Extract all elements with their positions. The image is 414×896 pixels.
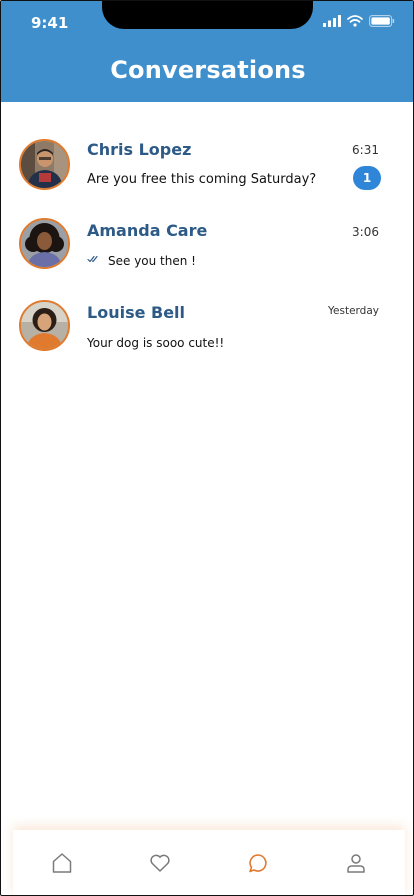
nav-favorites-button[interactable] (135, 838, 185, 888)
avatar[interactable] (19, 218, 70, 269)
user-icon (347, 853, 365, 873)
battery-icon (369, 15, 395, 27)
wifi-icon (347, 15, 363, 27)
heart-icon (150, 854, 170, 872)
chat-icon (249, 853, 267, 872)
conversation-item-chris-lopez[interactable]: Chris Lopez 6:31 Are you free this comin… (1, 138, 413, 218)
unread-count-badge: 1 (353, 166, 381, 190)
double-check-icon (87, 255, 98, 263)
message-time: 6:31 (352, 143, 379, 157)
avatar-photo (21, 302, 68, 349)
cellular-signal-icon (323, 15, 341, 27)
status-icons (323, 15, 395, 27)
phone-screen: 9:41 Conversations Chris Lopez 6:31 Are … (0, 0, 414, 896)
app-header: 9:41 Conversations (1, 1, 413, 102)
message-time: Yesterday (328, 305, 379, 317)
device-notch (102, 1, 313, 29)
avatar[interactable] (19, 139, 70, 190)
contact-name: Amanda Care (87, 221, 208, 240)
bottom-nav (13, 830, 405, 895)
nav-home-button[interactable] (37, 838, 87, 888)
avatar[interactable] (19, 300, 70, 351)
message-preview: Are you free this coming Saturday? (87, 172, 317, 187)
avatar-photo (21, 141, 68, 188)
nav-profile-button[interactable] (331, 838, 381, 888)
conversation-item-amanda-care[interactable]: Amanda Care 3:06 See you then ! (1, 217, 413, 297)
contact-name: Chris Lopez (87, 140, 192, 159)
nav-chat-button[interactable] (233, 838, 283, 888)
conversation-item-louise-bell[interactable]: Louise Bell Yesterday Your dog is sooo c… (1, 299, 413, 379)
message-time: 3:06 (352, 225, 379, 239)
home-icon (52, 852, 72, 873)
status-time: 9:41 (31, 14, 69, 32)
message-preview: See you then ! (108, 254, 196, 268)
message-preview: Your dog is sooo cute!! (87, 336, 225, 350)
page-title: Conversations (110, 56, 306, 84)
contact-name: Louise Bell (87, 303, 186, 322)
avatar-photo (21, 220, 68, 267)
